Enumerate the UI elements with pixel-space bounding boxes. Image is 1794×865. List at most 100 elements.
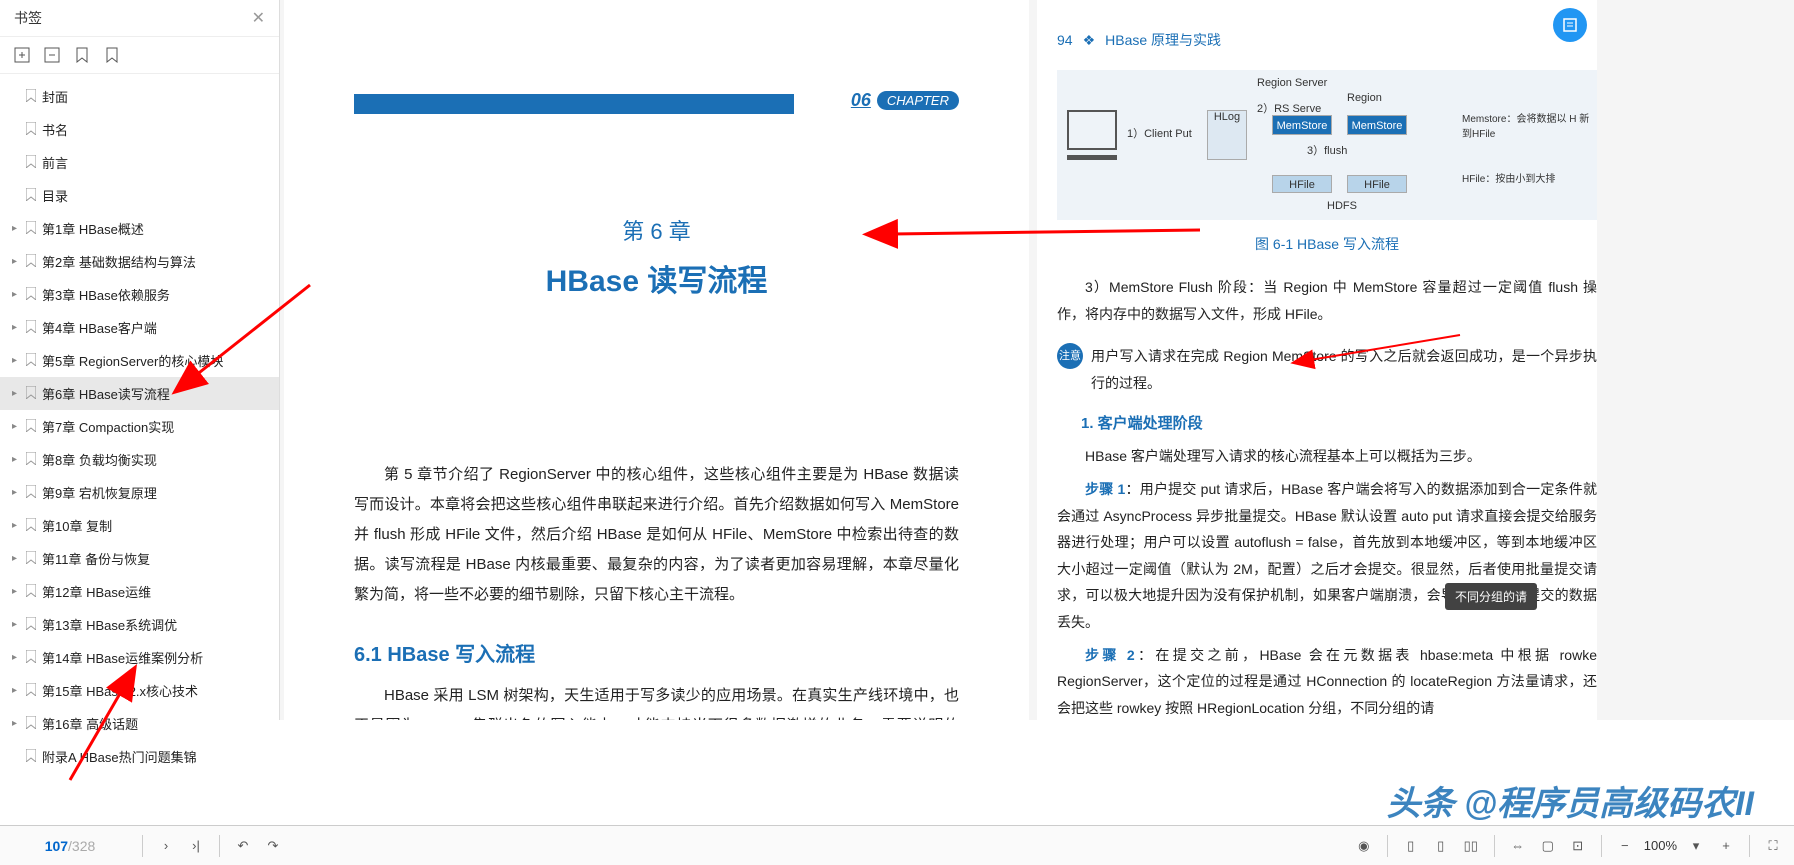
zoom-out-icon[interactable]: − — [1614, 835, 1636, 857]
note-icon: 注意 — [1057, 343, 1083, 369]
step1: 步骤 1：用户提交 put 请求后，HBase 客户端会将写入的数据添加到合一定… — [1057, 476, 1597, 636]
laptop-base — [1067, 155, 1117, 160]
bookmark-item[interactable]: ▸第4章 HBase客户端 — [0, 311, 279, 344]
bookmark-icon — [26, 155, 36, 171]
label-rs-serve: 2）RS Serve — [1257, 100, 1321, 116]
fit-width-icon[interactable]: ⇔ — [1507, 835, 1529, 857]
bookmark-item[interactable]: ▸目录 — [0, 179, 279, 212]
bookmark-label: 第2章 基础数据结构与算法 — [42, 252, 196, 271]
chevron-right-icon: ▸ — [12, 487, 20, 498]
bookmark-icon — [26, 221, 36, 237]
bookmark-label: 第5章 RegionServer的核心模块 — [42, 351, 223, 370]
para-memstore-flush: 3）MemStore Flush 阶段：当 Region 中 MemStore … — [1057, 274, 1597, 327]
fit-page-icon[interactable]: ▢ — [1537, 835, 1559, 857]
label-hfile-note: HFile：按由小到大排 — [1462, 170, 1592, 185]
bookmark-icon — [26, 716, 36, 732]
bookmark-outline-icon[interactable] — [74, 47, 90, 63]
bookmark-icon — [26, 287, 36, 303]
bookmark-icon — [26, 584, 36, 600]
chevron-right-icon: ▸ — [12, 289, 20, 300]
bookmark-icon — [26, 353, 36, 369]
two-page-icon[interactable]: ▯▯ — [1460, 835, 1482, 857]
intro-paragraph: 第 5 章节介绍了 RegionServer 中的核心组件，这些核心组件主要是为… — [354, 460, 959, 610]
bookmark-item[interactable]: ▸第9章 宕机恢复原理 — [0, 476, 279, 509]
label-client-put: 1）Client Put — [1127, 125, 1192, 141]
bookmark-item[interactable]: ▸第7章 Compaction实现 — [0, 410, 279, 443]
bookmark-item[interactable]: ▸第8章 负载均衡实现 — [0, 443, 279, 476]
accessibility-icon[interactable]: ◉ — [1353, 835, 1375, 857]
zoom-level[interactable]: 100% — [1644, 838, 1677, 853]
rotate-left-icon[interactable]: ↶ — [232, 835, 254, 857]
diamond-icon: ❖ — [1083, 32, 1096, 49]
page-indicator[interactable]: 107/328 — [10, 838, 130, 854]
tooltip: 不同分组的请 — [1445, 583, 1537, 610]
hfile-box-1: HFile — [1272, 175, 1332, 193]
bookmark-item[interactable]: ▸ 第15章 HBase 2.x核心技术 — [0, 674, 279, 707]
bookmark-label: 第8章 负载均衡实现 — [42, 450, 157, 469]
bookmark-sidebar: 书签 ✕ ▸封面▸书名▸前言▸目录▸第1章 HBase概述▸第2章 基础数据结构… — [0, 0, 280, 720]
chapter-number: 06 — [851, 90, 871, 111]
float-action-icon[interactable] — [1553, 8, 1587, 42]
bookmark-icon — [26, 386, 36, 402]
collapse-icon[interactable] — [44, 47, 60, 63]
actual-size-icon[interactable]: ⊡ — [1567, 835, 1589, 857]
continuous-icon[interactable]: ▯ — [1430, 835, 1452, 857]
bookmark-item[interactable]: ▸第6章 HBase读写流程 — [0, 377, 279, 410]
sidebar-toolbar — [0, 37, 279, 74]
zoom-in-icon[interactable]: + — [1715, 835, 1737, 857]
chevron-right-icon: ▸ — [12, 553, 20, 564]
bookmark-label: 第15章 HBase 2.x核心技术 — [42, 681, 198, 700]
bookmark-item[interactable]: ▸第11章 备份与恢复 — [0, 542, 279, 575]
last-page-icon[interactable]: ›| — [185, 835, 207, 857]
bookmark-item[interactable]: ▸第12章 HBase运维 — [0, 575, 279, 608]
page-number: 94 — [1057, 32, 1073, 48]
expand-icon[interactable] — [14, 47, 30, 63]
next-page-icon[interactable]: › — [155, 835, 177, 857]
bookmark-item[interactable]: ▸第16章 高级话题 — [0, 707, 279, 740]
close-icon[interactable]: ✕ — [252, 8, 265, 28]
bookmark-item[interactable]: ▸第13章 HBase系统调优 — [0, 608, 279, 641]
bookmark-item[interactable]: ▸封面 — [0, 80, 279, 113]
separator — [1387, 835, 1388, 857]
bookmark-alt-icon[interactable] — [104, 47, 120, 63]
bookmark-icon — [26, 683, 36, 699]
bookmark-icon — [26, 419, 36, 435]
bookmark-item[interactable]: ▸ 第3章 HBase依赖服务 — [0, 278, 279, 311]
bookmark-item[interactable]: ▸第14章 HBase运维案例分析 — [0, 641, 279, 674]
document-viewport: 06 CHAPTER 第 6 章 HBase 读写流程 第 5 章节介绍了 Re… — [280, 0, 1794, 720]
rotate-right-icon[interactable]: ↷ — [262, 835, 284, 857]
bookmark-item[interactable]: ▸附录A HBase热门问题集锦 — [0, 740, 279, 773]
bookmark-label: 第4章 HBase客户端 — [42, 318, 157, 337]
bookmark-label: 第14章 HBase运维案例分析 — [42, 648, 203, 667]
bookmark-label: 前言 — [42, 153, 68, 172]
fullscreen-icon[interactable]: ⛶ — [1762, 835, 1784, 857]
figure-caption: 图 6-1 HBase 写入流程 — [1057, 234, 1597, 254]
separator — [142, 835, 143, 857]
chevron-right-icon: ▸ — [12, 421, 20, 432]
zoom-dropdown-icon[interactable]: ▾ — [1685, 835, 1707, 857]
figure-6-1-diagram: 1）Client Put HLog Region Server 2）RS Ser… — [1057, 70, 1597, 220]
label-hdfs: HDFS — [1327, 200, 1357, 212]
bookmark-icon — [26, 254, 36, 270]
bookmark-item[interactable]: ▸书名 — [0, 113, 279, 146]
bookmark-item[interactable]: ▸第1章 HBase概述 — [0, 212, 279, 245]
laptop-icon — [1067, 110, 1117, 150]
bookmark-item[interactable]: ▸第10章 复制 — [0, 509, 279, 542]
bookmark-item[interactable]: ▸第2章 基础数据结构与算法 — [0, 245, 279, 278]
bookmark-item[interactable]: ▸前言 — [0, 146, 279, 179]
hlog-box: HLog — [1207, 110, 1247, 160]
bookmark-label: 封面 — [42, 87, 68, 106]
hfile-box-2: HFile — [1347, 175, 1407, 193]
step2: 步骤 2：在提交之前，HBase 会在元数据表 hbase:meta 中根据 r… — [1057, 642, 1597, 720]
bookmark-item[interactable]: ▸第5章 RegionServer的核心模块 — [0, 344, 279, 377]
chevron-right-icon: ▸ — [12, 685, 20, 696]
single-page-icon[interactable]: ▯ — [1400, 835, 1422, 857]
label-region: Region — [1347, 92, 1382, 104]
separator — [1749, 835, 1750, 857]
bookmark-label: 第3章 HBase依赖服务 — [42, 285, 170, 304]
bookmark-label: 目录 — [42, 186, 68, 205]
step2-text: ：在提交之前，HBase 会在元数据表 hbase:meta 中根据 rowke… — [1057, 647, 1597, 716]
chapter-title: HBase 读写流程 — [354, 256, 959, 300]
section-heading-6-1: 6.1 HBase 写入流程 — [354, 638, 959, 667]
section-body: HBase 采用 LSM 树架构，天生适用于写多读少的应用场景。在真实生产线环境… — [354, 681, 959, 720]
